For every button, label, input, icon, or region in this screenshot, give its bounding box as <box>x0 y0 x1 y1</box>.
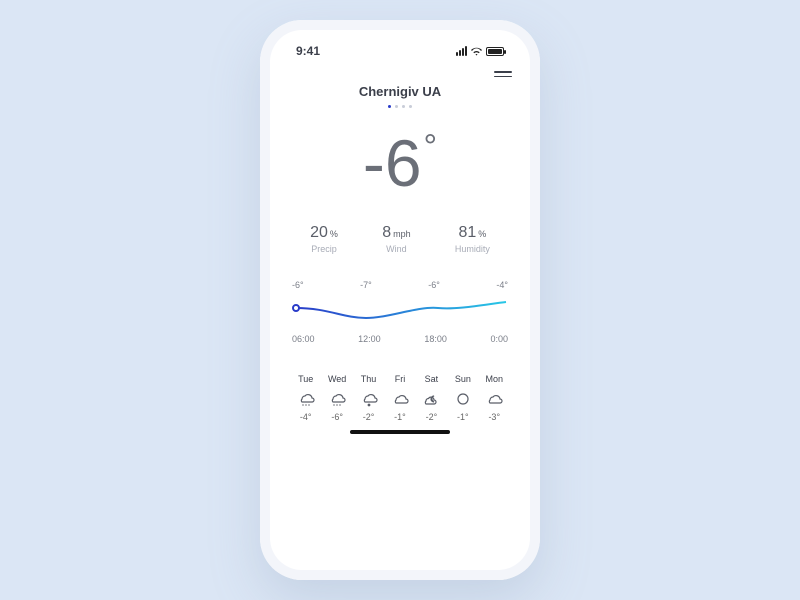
day-temp: -1° <box>447 412 478 422</box>
battery-icon <box>486 47 504 56</box>
weather-icon <box>416 390 447 408</box>
day-tue[interactable]: Tue -4° <box>290 374 321 422</box>
day-mon[interactable]: Mon -3° <box>479 374 510 422</box>
weather-icon <box>321 390 352 408</box>
menu-icon[interactable] <box>494 68 512 80</box>
day-temp: -4° <box>290 412 321 422</box>
hourly-times-row: 06:00 12:00 18:00 0:00 <box>288 334 512 344</box>
wifi-icon <box>470 47 483 56</box>
top-bar <box>288 68 512 80</box>
day-temp: -6° <box>321 412 352 422</box>
temp-value: -6 <box>363 126 422 200</box>
weather-icon <box>353 390 384 408</box>
status-time: 9:41 <box>296 44 320 58</box>
day-label: Sat <box>416 374 447 384</box>
screen: 9:41 Chernigiv UA -6° 20% Precip <box>270 30 530 570</box>
status-bar: 9:41 <box>288 40 512 62</box>
home-indicator[interactable] <box>350 430 450 434</box>
hourly-forecast[interactable]: -6° -7° -6° -4° 06:00 12:00 18:00 0:00 <box>288 280 512 344</box>
day-label: Mon <box>479 374 510 384</box>
stat-humidity: 81% Humidity <box>455 224 490 254</box>
phone-frame: 9:41 Chernigiv UA -6° 20% Precip <box>260 20 540 580</box>
day-thu[interactable]: Thu -2° <box>353 374 384 422</box>
stat-wind: 8mph Wind <box>382 224 410 254</box>
temp-chart <box>288 294 508 328</box>
signal-icon <box>456 46 467 56</box>
weather-stats: 20% Precip 8mph Wind 81% Humidity <box>288 224 512 254</box>
hourly-temps-row: -6° -7° -6° -4° <box>288 280 512 290</box>
day-label: Tue <box>290 374 321 384</box>
daily-forecast[interactable]: Tue -4° Wed -6° Thu -2° Fri -1° Sat -2° Sun -1° Mon -… <box>288 374 512 422</box>
day-sat[interactable]: Sat -2° <box>416 374 447 422</box>
day-temp: -2° <box>353 412 384 422</box>
weather-icon <box>384 390 415 408</box>
day-sun[interactable]: Sun -1° <box>447 374 478 422</box>
stat-precip: 20% Precip <box>310 224 338 254</box>
day-temp: -3° <box>479 412 510 422</box>
day-label: Thu <box>353 374 384 384</box>
weather-icon <box>447 390 478 408</box>
page-dots <box>288 105 512 108</box>
day-temp: -1° <box>384 412 415 422</box>
day-label: Fri <box>384 374 415 384</box>
current-temp: -6° <box>288 130 512 196</box>
day-fri[interactable]: Fri -1° <box>384 374 415 422</box>
location-name: Chernigiv UA <box>288 84 512 99</box>
weather-icon <box>290 390 321 408</box>
temp-unit: ° <box>424 128 438 166</box>
day-temp: -2° <box>416 412 447 422</box>
day-label: Wed <box>321 374 352 384</box>
status-indicators <box>456 46 504 56</box>
location-header[interactable]: Chernigiv UA <box>288 84 512 108</box>
day-label: Sun <box>447 374 478 384</box>
day-wed[interactable]: Wed -6° <box>321 374 352 422</box>
weather-icon <box>479 390 510 408</box>
